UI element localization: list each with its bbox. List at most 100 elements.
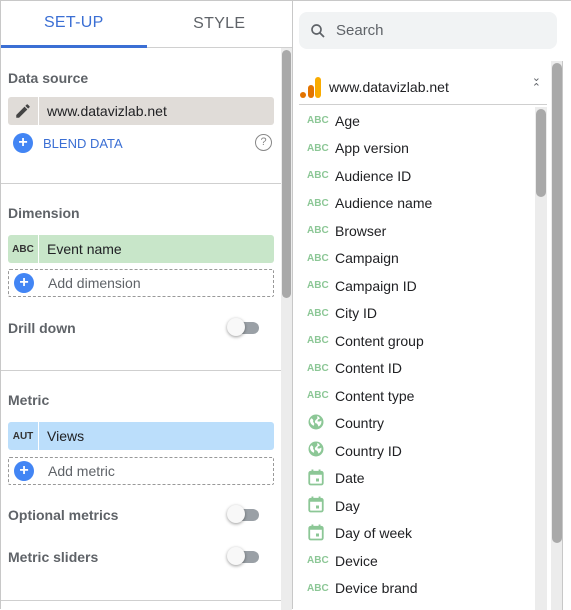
dimension-name: Event name <box>47 241 122 257</box>
field-name: Campaign ID <box>335 277 417 294</box>
optional-metrics-toggle[interactable] <box>227 505 259 523</box>
field-item[interactable]: ABC Content group <box>299 327 539 355</box>
data-source-title: Data source <box>8 70 89 86</box>
calendar-icon <box>299 495 335 516</box>
metric-section: Metric AUT Views + Add metric Optional m… <box>1 371 281 601</box>
field-item[interactable]: Date <box>299 465 539 493</box>
drill-down-label: Drill down <box>8 320 76 336</box>
text-type-icon: ABC <box>307 142 329 154</box>
field-name: Day <box>335 497 360 514</box>
dimension-title: Dimension <box>8 205 80 221</box>
field-item[interactable]: ABC Audience name <box>299 190 539 218</box>
source-name: www.datavizlab.net <box>329 78 449 95</box>
globe-icon <box>299 440 335 461</box>
field-name: Country <box>335 415 385 432</box>
field-list-scrollbar[interactable] <box>535 107 547 610</box>
add-metric-label: Add metric <box>48 463 115 479</box>
metric-title: Metric <box>8 392 50 408</box>
calendar-icon <box>299 523 335 544</box>
dimension-section: Dimension ABC Event name + Add dimension… <box>1 184 281 371</box>
source-header[interactable]: www.datavizlab.net ⌄ ⌃ <box>299 69 547 105</box>
plus-icon: + <box>14 273 34 293</box>
field-name: Device brand <box>335 580 418 597</box>
text-type-icon: ABC <box>307 335 329 347</box>
field-item[interactable]: ABC Device brand <box>299 575 539 603</box>
field-name: Content type <box>335 387 415 404</box>
metric-sliders-toggle[interactable] <box>227 547 259 565</box>
field-name: Day of week <box>335 525 413 542</box>
dimension-chip[interactable]: ABC Event name <box>8 235 274 263</box>
aggregation-icon: AUT <box>8 422 39 450</box>
field-name: Device <box>335 552 378 569</box>
left-scrollbar-thumb[interactable] <box>282 50 291 298</box>
field-name: Age <box>335 112 360 129</box>
search-placeholder: Search <box>336 22 384 39</box>
text-type-icon: ABC <box>8 235 39 263</box>
properties-panel: SET-UP STYLE Data source www.datavizlab.… <box>0 0 292 610</box>
panel-scrollbar[interactable] <box>551 61 563 610</box>
globe-icon <box>299 413 335 434</box>
optional-metrics-label: Optional metrics <box>8 507 119 523</box>
metric-chip[interactable]: AUT Views <box>8 422 274 450</box>
text-type-icon: ABC <box>307 170 329 182</box>
metric-sliders-label: Metric sliders <box>8 549 99 565</box>
text-type-icon: ABC <box>307 225 329 237</box>
field-item[interactable]: ABC Content type <box>299 382 539 410</box>
plus-icon: + <box>13 133 33 153</box>
calendar-icon <box>299 468 335 489</box>
metric-name: Views <box>47 428 85 444</box>
tab-bar: SET-UP STYLE <box>1 1 292 48</box>
field-name: Date <box>335 470 365 487</box>
field-item[interactable]: ABC Content ID <box>299 355 539 383</box>
field-list-scrollbar-thumb[interactable] <box>536 109 546 197</box>
blend-data-label: BLEND DATA <box>43 135 123 151</box>
pencil-icon[interactable] <box>8 97 39 125</box>
field-name: Content group <box>335 332 424 349</box>
field-item[interactable]: ABC Campaign <box>299 245 539 273</box>
field-item[interactable]: ABC Device <box>299 547 539 575</box>
plus-icon: + <box>14 461 34 481</box>
data-source-section: Data source www.datavizlab.net + BLEND D… <box>1 48 281 184</box>
data-source-chip[interactable]: www.datavizlab.net <box>8 97 274 125</box>
field-name: Content ID <box>335 360 402 377</box>
data-source-name: www.datavizlab.net <box>47 103 167 119</box>
add-dimension-label: Add dimension <box>48 275 141 291</box>
field-item[interactable]: ABC Age <box>299 107 539 135</box>
text-type-icon: ABC <box>307 362 329 374</box>
add-metric-button[interactable]: + Add metric <box>8 457 274 485</box>
text-type-icon: ABC <box>307 307 329 319</box>
help-icon[interactable]: ? <box>255 134 272 151</box>
field-item[interactable]: ABC City ID <box>299 300 539 328</box>
field-list: ABC Age ABC App version ABC Audience ID ABC Aud… <box>299 107 539 602</box>
field-name: Campaign <box>335 250 399 267</box>
field-item[interactable]: Country <box>299 410 539 438</box>
field-name: City ID <box>335 305 377 322</box>
text-type-icon: ABC <box>307 555 329 567</box>
blend-data-button[interactable]: + BLEND DATA <box>13 133 123 153</box>
text-type-icon: ABC <box>307 582 329 594</box>
panel-scrollbar-thumb[interactable] <box>552 63 562 543</box>
text-type-icon: ABC <box>307 390 329 402</box>
field-item[interactable]: ABC Audience ID <box>299 162 539 190</box>
drill-down-toggle[interactable] <box>227 318 259 336</box>
collapse-icon[interactable]: ⌄ ⌃ <box>532 73 541 94</box>
text-type-icon: ABC <box>307 197 329 209</box>
tab-style[interactable]: STYLE <box>147 1 293 47</box>
field-item[interactable]: Day <box>299 492 539 520</box>
left-scrollbar[interactable] <box>281 48 292 610</box>
field-name: Audience name <box>335 195 433 212</box>
field-item[interactable]: ABC App version <box>299 135 539 163</box>
text-type-icon: ABC <box>307 252 329 264</box>
field-item[interactable]: ABC Browser <box>299 217 539 245</box>
text-type-icon: ABC <box>307 280 329 292</box>
field-item[interactable]: Country ID <box>299 437 539 465</box>
field-item[interactable]: ABC Campaign ID <box>299 272 539 300</box>
field-name: App version <box>335 140 409 157</box>
search-input[interactable]: Search <box>299 12 557 49</box>
field-name: Country ID <box>335 442 402 459</box>
field-name: Browser <box>335 222 387 239</box>
tab-setup[interactable]: SET-UP <box>1 1 147 48</box>
field-item[interactable]: Day of week <box>299 520 539 548</box>
add-dimension-button[interactable]: + Add dimension <box>8 269 274 297</box>
search-icon <box>311 23 325 38</box>
